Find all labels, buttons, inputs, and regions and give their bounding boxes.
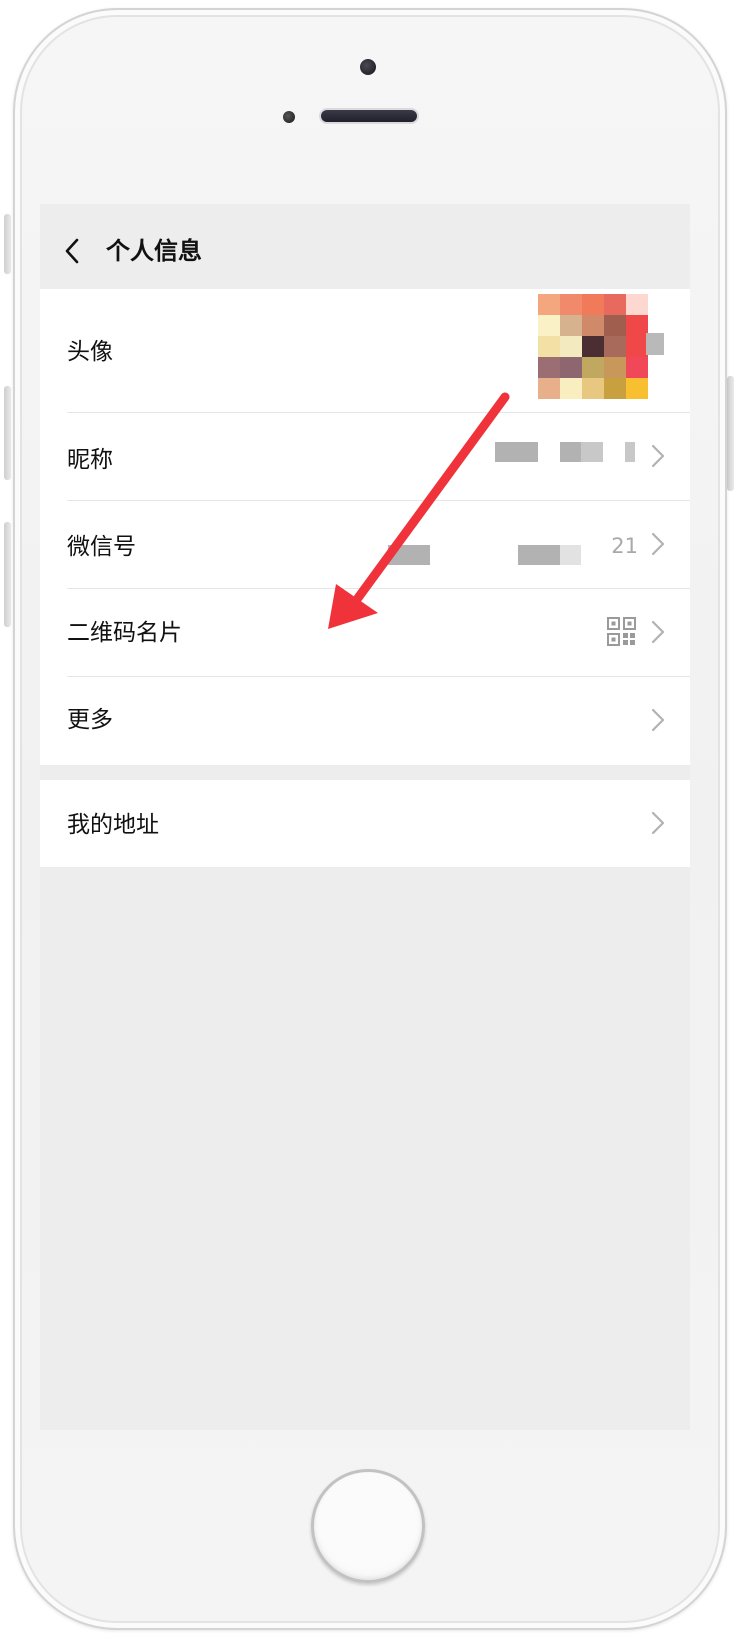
list-item-more[interactable]: 更多 [40,677,690,765]
mute-switch [4,214,11,274]
profile-list: 头像 昵称 微信号 21 二维码名片 更多 [40,289,690,765]
avatar-pixel [538,294,560,315]
redacted-block [518,545,560,565]
avatar-pixel [560,378,582,399]
home-button[interactable] [311,1469,425,1583]
avatar-pixel [582,294,604,315]
avatar-pixel [538,315,560,336]
redacted-block [495,442,538,462]
nickname-label: 昵称 [67,447,113,473]
address-list: 我的地址 [40,780,690,867]
chevron-left-icon [65,238,79,264]
address-label: 我的地址 [67,812,159,838]
earpiece-speaker [321,110,417,122]
avatar-pixel [604,357,626,378]
list-item-wechat-id[interactable]: 微信号 21 [40,501,690,589]
avatar-pixel [560,357,582,378]
chevron-right-icon [651,444,665,468]
chevron-right-icon [651,532,665,556]
avatar-pixel [582,357,604,378]
chevron-right-icon [651,811,665,835]
chevron-right-icon [651,620,665,644]
avatar-pixel [538,378,560,399]
redacted-block [560,442,581,462]
list-item-my-address[interactable]: 我的地址 [40,780,690,867]
avatar-pixel [538,336,560,357]
avatar-pixel [626,378,648,399]
avatar-pixel [560,294,582,315]
chevron-right-icon [651,708,665,732]
avatar-pixel [604,315,626,336]
avatar-pixel [582,378,604,399]
avatar-pixel [604,378,626,399]
avatar-pixel [582,336,604,357]
nav-header: 个人信息 [40,204,690,288]
back-button[interactable] [58,234,86,268]
list-item-avatar[interactable]: 头像 [40,289,690,413]
redacted-block [388,545,430,565]
avatar-pixel [582,315,604,336]
avatar-pixel [604,336,626,357]
proximity-sensor [283,111,295,123]
avatar-pixel [626,336,648,357]
avatar-label: 头像 [67,339,113,365]
avatar-pixel [560,315,582,336]
redacted-block [560,545,581,565]
wechat-id-label: 微信号 [67,534,136,560]
device-mockup: 个人信息 头像 昵称 微信号 21 二维码名片 更多 我的地址 [0,0,738,1638]
avatar [538,294,648,399]
list-item-nickname[interactable]: 昵称 [40,413,690,501]
avatar-pixel [560,336,582,357]
volume-up-button [4,386,11,480]
avatar-pixel [538,357,560,378]
list-item-qr-card[interactable]: 二维码名片 [40,589,690,677]
screen: 个人信息 头像 昵称 微信号 21 二维码名片 更多 我的地址 [40,204,690,1430]
qr-code-icon [607,617,636,646]
power-button [727,376,734,491]
redacted-block [581,442,603,462]
redacted-block [646,333,664,355]
qr-card-label: 二维码名片 [67,620,182,646]
more-label: 更多 [67,707,113,733]
wechat-id-value: 21 [611,534,638,558]
avatar-pixel [626,315,648,336]
volume-down-button [4,522,11,627]
page-title: 个人信息 [106,237,202,265]
front-camera [360,59,376,75]
avatar-pixel [626,357,648,378]
avatar-pixel [604,294,626,315]
avatar-pixel [626,294,648,315]
redacted-block [625,442,635,462]
